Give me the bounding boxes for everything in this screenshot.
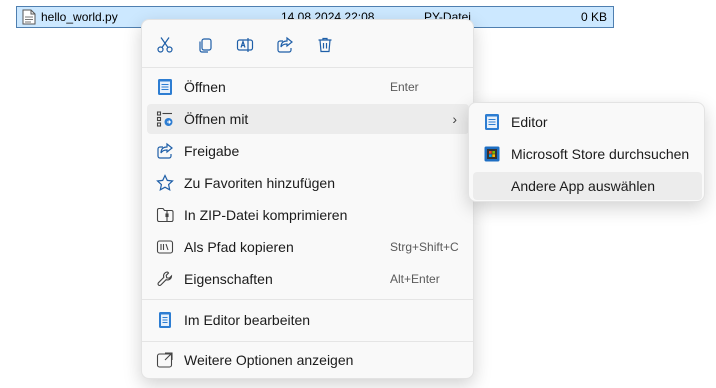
open-with-icon — [156, 110, 174, 128]
submenu-item-label: Andere App auswählen — [511, 178, 655, 194]
menu-item-label: Im Editor bearbeiten — [184, 312, 311, 328]
cut-button[interactable] — [150, 32, 180, 62]
menu-item-more-options[interactable]: Weitere Optionen anzeigen — [147, 345, 469, 375]
menu-item-label: Öffnen — [184, 79, 226, 95]
copy-button[interactable] — [190, 32, 220, 62]
submenu-item-label: Editor — [511, 114, 548, 130]
menu-item-label: Eigenschaften — [184, 271, 273, 287]
file-name: hello_world.py — [41, 10, 118, 24]
path-icon — [156, 238, 174, 256]
copy-icon — [196, 36, 214, 59]
zip-folder-icon — [156, 206, 174, 224]
shortcut-text: Strg+Shift+C — [390, 240, 459, 254]
shortcut-text: Enter — [390, 80, 419, 94]
more-options-icon — [156, 351, 174, 369]
chevron-right-icon: › — [452, 111, 457, 127]
menu-item-open[interactable]: Öffnen Enter — [147, 72, 469, 102]
menu-item-label: Weitere Optionen anzeigen — [184, 352, 354, 368]
menu-item-share[interactable]: Freigabe — [147, 136, 469, 166]
menu-item-label: Freigabe — [184, 143, 240, 159]
rename-icon — [236, 36, 254, 59]
text-file-icon — [22, 9, 36, 25]
separator — [142, 299, 473, 300]
share-icon — [276, 36, 294, 59]
menu-item-label: Öffnen mit — [184, 111, 249, 127]
share-icon — [156, 142, 174, 160]
wrench-icon — [156, 270, 174, 288]
notepad-icon — [156, 311, 174, 329]
submenu-item-editor[interactable]: Editor — [473, 108, 702, 136]
open-with-submenu: Editor Microsoft Store durchsuchen Ander… — [468, 102, 705, 202]
share-button[interactable] — [270, 32, 300, 62]
quick-action-bar — [142, 24, 473, 66]
menu-item-label: In ZIP-Datei komprimieren — [184, 207, 348, 223]
notepad-icon — [156, 78, 174, 96]
store-icon — [483, 145, 501, 163]
menu-item-edit-in-editor[interactable]: Im Editor bearbeiten — [147, 305, 469, 335]
menu-item-label: Als Pfad kopieren — [184, 239, 294, 255]
menu-item-label: Zu Favoriten hinzufügen — [184, 175, 335, 191]
submenu-item-microsoft-store[interactable]: Microsoft Store durchsuchen — [473, 140, 702, 168]
menu-item-copy-path[interactable]: Als Pfad kopieren Strg+Shift+C — [147, 232, 469, 262]
notepad-icon — [483, 113, 501, 131]
scissors-icon — [156, 36, 174, 59]
separator — [142, 341, 473, 342]
separator — [142, 67, 473, 68]
menu-item-add-favorites[interactable]: Zu Favoriten hinzufügen — [147, 168, 469, 198]
context-menu: Öffnen Enter Öffnen mit › Freigabe Zu Fa… — [141, 19, 474, 379]
delete-button[interactable] — [310, 32, 340, 62]
trash-icon — [316, 36, 334, 59]
menu-item-compress-zip[interactable]: In ZIP-Datei komprimieren — [147, 200, 469, 230]
shortcut-text: Alt+Enter — [390, 272, 440, 286]
file-size: 0 KB — [580, 10, 607, 24]
submenu-item-choose-other-app[interactable]: Andere App auswählen — [473, 172, 702, 200]
rename-button[interactable] — [230, 32, 260, 62]
star-icon — [156, 174, 174, 192]
menu-item-open-with[interactable]: Öffnen mit › — [147, 104, 469, 134]
menu-item-properties[interactable]: Eigenschaften Alt+Enter — [147, 264, 469, 294]
submenu-item-label: Microsoft Store durchsuchen — [511, 146, 690, 162]
